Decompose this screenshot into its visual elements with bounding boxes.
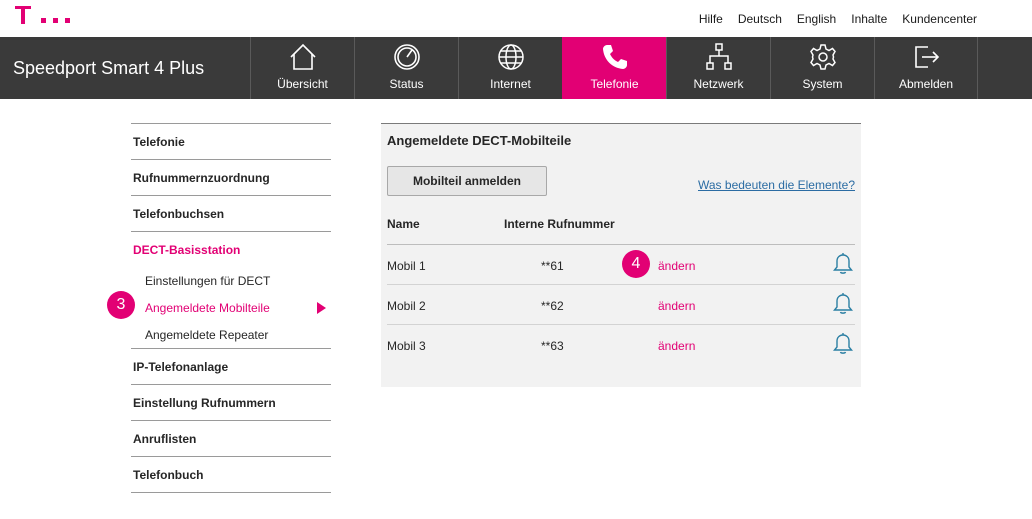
top-bar: Hilfe Deutsch English Inhalte Kundencent… <box>0 0 1032 37</box>
callout-badge-3: 3 <box>107 291 135 319</box>
tab-label: Übersicht <box>277 77 328 91</box>
subitem-label: Angemeldete Repeater <box>145 327 269 342</box>
sidebar-subitem-angemeldete-repeater[interactable]: Angemeldete Repeater <box>131 321 331 348</box>
gear-icon <box>809 44 836 70</box>
sidebar-item-telefonbuch[interactable]: Telefonbuch <box>131 456 331 492</box>
handset-number: **63 <box>541 339 564 353</box>
bell-icon[interactable] <box>832 291 854 315</box>
bell-icon[interactable] <box>832 331 854 355</box>
subitem-label: Einstellungen für DECT <box>145 273 271 288</box>
link-deutsch[interactable]: Deutsch <box>738 12 782 26</box>
tab-abmelden[interactable]: Abmelden <box>874 37 978 99</box>
link-hilfe[interactable]: Hilfe <box>699 12 723 26</box>
column-header-internal-number: Interne Rufnummer <box>504 217 615 231</box>
handset-number: **62 <box>541 299 564 313</box>
help-elements-link[interactable]: Was bedeuten die Elemente? <box>698 178 855 192</box>
subitem-label: Angemeldete Mobilteile <box>145 300 270 315</box>
tab-label: Internet <box>490 77 531 91</box>
column-header-name: Name <box>387 217 420 231</box>
main-nav: Speedport Smart 4 Plus Übersicht Status … <box>0 37 1032 99</box>
sidebar-subitem-angemeldete-mobilteile[interactable]: Angemeldete Mobilteile <box>131 294 331 321</box>
active-arrow-icon <box>317 302 326 314</box>
tab-netzwerk[interactable]: Netzwerk <box>666 37 770 99</box>
edit-handset-link[interactable]: ändern <box>658 339 695 353</box>
network-icon <box>705 43 732 70</box>
home-icon <box>289 43 316 70</box>
handset-name: Mobil 3 <box>387 339 426 353</box>
page-title: Angemeldete DECT-Mobilteile <box>387 133 572 148</box>
tab-status[interactable]: Status <box>354 37 458 99</box>
link-english[interactable]: English <box>797 12 836 26</box>
sidebar-nav: Telefonie Rufnummernzuordnung Telefonbuc… <box>131 123 331 493</box>
handset-number: **61 <box>541 259 564 273</box>
sidebar-bottom-divider <box>131 492 331 493</box>
sidebar-item-einstellung-rufnummern[interactable]: Einstellung Rufnummern <box>131 384 331 420</box>
dect-handsets-panel: Angemeldete DECT-Mobilteile Mobilteil an… <box>381 123 861 387</box>
nav-tabs: Übersicht Status Internet Telefonie Netz… <box>250 37 978 99</box>
tab-telefonie[interactable]: Telefonie <box>562 37 666 99</box>
edit-handset-link[interactable]: ändern <box>658 259 695 273</box>
sidebar-item-anruflisten[interactable]: Anruflisten <box>131 420 331 456</box>
gauge-icon <box>393 44 420 70</box>
table-row: Mobil 1 **61 ändern <box>387 245 855 285</box>
bell-icon[interactable] <box>832 251 854 275</box>
sidebar-item-rufnummernzuordnung[interactable]: Rufnummernzuordnung <box>131 159 331 195</box>
telekom-logo-icon[interactable] <box>15 6 71 26</box>
tab-label: System <box>802 77 843 91</box>
sidebar-item-telefonie[interactable]: Telefonie <box>131 123 331 159</box>
handset-name: Mobil 1 <box>387 259 426 273</box>
tab-label: Netzwerk <box>693 77 744 91</box>
phone-icon <box>602 45 627 69</box>
logout-icon <box>915 46 940 68</box>
header-links: Hilfe Deutsch English Inhalte Kundencent… <box>699 12 977 26</box>
globe-icon <box>497 44 524 70</box>
sidebar-item-dect-basisstation[interactable]: DECT-Basisstation <box>131 231 331 267</box>
product-name: Speedport Smart 4 Plus <box>13 58 205 78</box>
sidebar-item-telefonbuchsen[interactable]: Telefonbuchsen <box>131 195 331 231</box>
tab-internet[interactable]: Internet <box>458 37 562 99</box>
link-kundencenter[interactable]: Kundencenter <box>902 12 977 26</box>
tab-uebersicht[interactable]: Übersicht <box>250 37 354 99</box>
tab-label: Status <box>389 77 424 91</box>
callout-badge-4: 4 <box>622 250 650 278</box>
table-row: Mobil 3 **63 ändern <box>387 325 855 365</box>
tab-label: Abmelden <box>898 77 954 91</box>
register-handset-button[interactable]: Mobilteil anmelden <box>387 166 547 196</box>
tab-system[interactable]: System <box>770 37 874 99</box>
table-row: Mobil 2 **62 ändern <box>387 285 855 325</box>
edit-handset-link[interactable]: ändern <box>658 299 695 313</box>
handset-name: Mobil 2 <box>387 299 426 313</box>
tab-label: Telefonie <box>590 77 639 91</box>
sidebar-item-ip-telefonanlage[interactable]: IP-Telefonanlage <box>131 348 331 384</box>
link-inhalte[interactable]: Inhalte <box>851 12 887 26</box>
sidebar-subitem-einstellungen-dect[interactable]: Einstellungen für DECT <box>131 267 331 294</box>
